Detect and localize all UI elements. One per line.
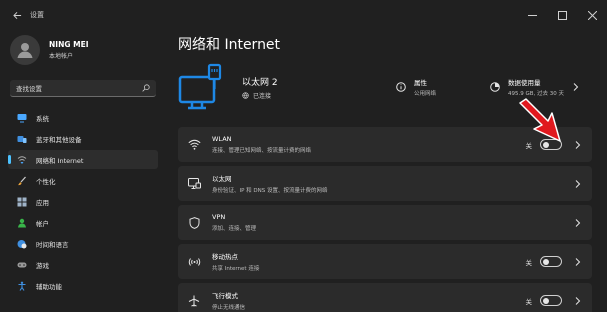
settings-list: WLAN 连接、管理已知网络、按流量计费的网络 关 以太网 身份验证、IP 和 … bbox=[178, 127, 592, 312]
person-avatar-icon bbox=[17, 43, 33, 58]
window-controls bbox=[517, 0, 607, 30]
card-title: 飞行模式 bbox=[212, 292, 238, 300]
card-title: VPN bbox=[212, 213, 226, 221]
data-usage-icon bbox=[490, 82, 500, 92]
properties-title: 属性 bbox=[414, 79, 427, 87]
hotspot-toggle[interactable] bbox=[540, 256, 562, 267]
sidebar-item-label: 时间和语言 bbox=[36, 240, 69, 249]
sidebar-item-accounts[interactable]: 帐户 bbox=[8, 213, 158, 232]
sidebar-nav: 系统 蓝牙和其他设备 网络和 Internet 个性化 应用 帐户 时间和语言 … bbox=[8, 108, 158, 297]
search-placeholder: 查找设置 bbox=[16, 85, 42, 93]
card-subtitle: 共享 Internet 连接 bbox=[212, 266, 260, 272]
sidebar-item-label: 网络和 Internet bbox=[36, 156, 84, 165]
airplane-icon bbox=[187, 294, 201, 308]
card-subtitle: 身份验证、IP 和 DNS 设置、按流量计费的网络 bbox=[212, 188, 328, 194]
globe-clock-icon bbox=[17, 239, 27, 249]
back-button[interactable] bbox=[6, 4, 28, 26]
close-button[interactable] bbox=[577, 0, 607, 30]
user-profile[interactable]: NING MEI 本地帐户 bbox=[10, 35, 89, 65]
sidebar-item-label: 系统 bbox=[36, 114, 49, 123]
maximize-icon bbox=[557, 10, 567, 20]
search-icon bbox=[142, 84, 150, 92]
sidebar-item-apps[interactable]: 应用 bbox=[8, 192, 158, 211]
wifi-icon bbox=[187, 138, 201, 152]
title-bar: 设置 bbox=[0, 0, 607, 30]
chevron-right-icon bbox=[574, 296, 582, 305]
card-subtitle: 添加、连接、管理 bbox=[212, 226, 257, 232]
network-icon bbox=[17, 155, 27, 165]
airplane-mode-card[interactable]: 飞行模式 停止无线通信 关 bbox=[178, 283, 592, 312]
ethernet-card[interactable]: 以太网 身份验证、IP 和 DNS 设置、按流量计费的网络 bbox=[178, 166, 592, 201]
connection-status: 已连接 bbox=[242, 91, 271, 100]
chevron-right-icon bbox=[574, 140, 582, 149]
back-arrow-icon bbox=[12, 11, 21, 19]
sidebar-item-label: 游戏 bbox=[36, 261, 49, 270]
card-title: WLAN bbox=[212, 135, 232, 143]
main-content: 网络和 Internet 以太网 2 已连接 属性 公用网络 数据使用量 495… bbox=[178, 30, 592, 312]
person-icon bbox=[17, 218, 27, 228]
user-name: NING MEI bbox=[49, 40, 89, 49]
minimize-button[interactable] bbox=[517, 0, 547, 30]
sidebar-item-label: 辅助功能 bbox=[36, 282, 62, 291]
sidebar-item-network[interactable]: 网络和 Internet bbox=[8, 150, 158, 169]
properties-subtitle: 公用网络 bbox=[414, 91, 437, 97]
sidebar-item-bluetooth[interactable]: 蓝牙和其他设备 bbox=[8, 129, 158, 148]
bluetooth-icon bbox=[17, 134, 27, 144]
sidebar-item-time-language[interactable]: 时间和语言 bbox=[8, 234, 158, 253]
sidebar-item-gaming[interactable]: 游戏 bbox=[8, 255, 158, 274]
apps-icon bbox=[17, 197, 27, 207]
info-icon bbox=[396, 82, 406, 92]
toggle-state-label: 关 bbox=[525, 297, 533, 306]
avatar bbox=[10, 35, 40, 65]
card-title: 以太网 bbox=[212, 175, 232, 183]
monitor-icon bbox=[17, 113, 27, 123]
sidebar: NING MEI 本地帐户 查找设置 系统 蓝牙和其他设备 网络和 Intern… bbox=[0, 30, 165, 312]
brush-icon bbox=[17, 176, 27, 186]
sidebar-item-label: 个性化 bbox=[36, 177, 56, 186]
sidebar-item-label: 蓝牙和其他设备 bbox=[36, 135, 82, 144]
sidebar-item-label: 帐户 bbox=[36, 219, 49, 228]
ethernet-computer-icon bbox=[178, 63, 230, 115]
card-subtitle: 连接、管理已知网络、按流量计费的网络 bbox=[212, 148, 312, 154]
properties-link[interactable]: 属性 公用网络 bbox=[396, 77, 436, 97]
annotation-arrow-icon bbox=[519, 98, 561, 142]
maximize-button[interactable] bbox=[547, 0, 577, 30]
user-account-type: 本地帐户 bbox=[49, 53, 74, 60]
connection-name: 以太网 2 bbox=[242, 78, 278, 88]
search-input[interactable]: 查找设置 bbox=[10, 80, 156, 97]
toggle-knob bbox=[543, 297, 549, 304]
connected-globe-icon bbox=[242, 92, 249, 99]
data-usage-link[interactable]: 数据使用量 495.9 GB, 过去 30 天 bbox=[490, 77, 580, 97]
shield-icon bbox=[187, 216, 201, 230]
card-subtitle: 停止无线通信 bbox=[212, 305, 246, 311]
chevron-right-icon bbox=[574, 218, 582, 227]
accessibility-icon bbox=[17, 281, 27, 291]
data-usage-title: 数据使用量 bbox=[508, 79, 541, 87]
vpn-card[interactable]: VPN 添加、连接、管理 bbox=[178, 205, 592, 240]
chevron-right-icon bbox=[574, 257, 582, 266]
connection-status-text: 已连接 bbox=[253, 93, 272, 100]
page-title: 网络和 Internet bbox=[178, 37, 281, 53]
sidebar-item-accessibility[interactable]: 辅助功能 bbox=[8, 276, 158, 295]
chevron-right-icon bbox=[572, 83, 580, 91]
airplane-mode-toggle[interactable] bbox=[540, 295, 562, 306]
gamepad-icon bbox=[17, 260, 27, 270]
app-title: 设置 bbox=[30, 11, 44, 19]
sidebar-item-personalization[interactable]: 个性化 bbox=[8, 171, 158, 190]
sidebar-item-system[interactable]: 系统 bbox=[8, 108, 158, 127]
close-icon bbox=[587, 10, 597, 20]
card-title: 移动热点 bbox=[212, 253, 238, 261]
sidebar-item-label: 应用 bbox=[36, 198, 49, 207]
hotspot-icon bbox=[187, 255, 201, 269]
ethernet-icon bbox=[187, 177, 201, 191]
toggle-state-label: 关 bbox=[525, 258, 533, 267]
toggle-knob bbox=[543, 258, 549, 265]
hotspot-card[interactable]: 移动热点 共享 Internet 连接 关 bbox=[178, 244, 592, 279]
minimize-icon bbox=[527, 14, 537, 16]
chevron-right-icon bbox=[574, 179, 582, 188]
